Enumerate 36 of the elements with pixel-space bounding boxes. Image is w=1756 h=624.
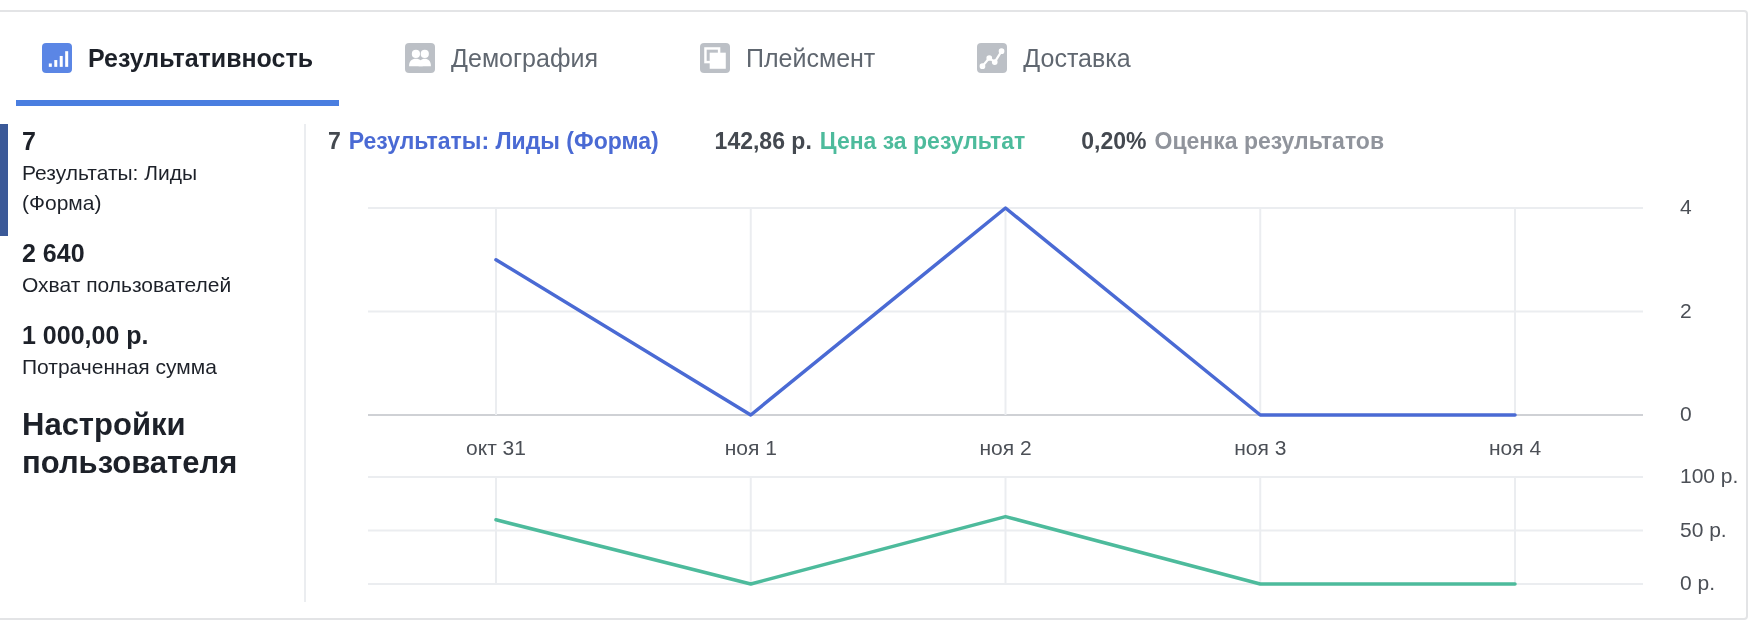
metric-label: Охват пользователей <box>22 272 233 298</box>
tab[interactable]: Результативность <box>16 12 340 104</box>
axis-tick-label: 0 р. <box>1680 571 1716 594</box>
metric-value: 1 000,00 р. <box>22 320 150 351</box>
legend-value: 7 <box>328 128 341 155</box>
legend-value: 142,86 р. <box>714 128 812 155</box>
axis-tick-label: окт 31 <box>466 436 526 459</box>
metric-value: 7 <box>22 126 37 157</box>
people-icon <box>405 43 436 73</box>
line-graph-icon <box>977 43 1008 73</box>
axis-tick-label: 0 <box>1680 402 1692 425</box>
bar-chart-icon <box>42 43 72 73</box>
settings-heading: Настройки пользователя <box>21 406 239 482</box>
axis-tick-label: 4 <box>1680 195 1692 218</box>
legend-item[interactable]: 7 Результаты: Лиды (Форма) <box>328 128 659 155</box>
axis-tick-label: ноя 3 <box>1234 436 1287 459</box>
tab[interactable]: Демография <box>379 12 624 104</box>
axis-tick-label: ноя 2 <box>979 436 1032 459</box>
metric-value: 2 640 <box>22 238 86 269</box>
legend-label[interactable]: Результаты: Лиды (Форма) <box>348 128 659 155</box>
axis-tick-label: 100 р. <box>1680 467 1739 487</box>
axis-tick-label: 50 р. <box>1680 517 1727 541</box>
legend-value: 0,20% <box>1081 128 1147 155</box>
metric-label: Потраченная сумма <box>22 354 218 380</box>
axis-tick-label: 2 <box>1680 298 1692 322</box>
metric-item[interactable]: 2 640 Охват пользователей <box>0 236 304 318</box>
squares-icon <box>700 43 730 73</box>
tab[interactable]: Плейсмент <box>674 12 902 104</box>
axis-tick-label: ноя 4 <box>1488 436 1542 459</box>
axis-tick-label: ноя 1 <box>724 436 777 459</box>
metric-item[interactable]: 7 Результаты: Лиды (Форма) <box>0 124 304 236</box>
tab[interactable]: Доставка <box>951 12 1157 104</box>
legend-item[interactable]: 142,86 р. Цена за результат <box>714 128 1026 155</box>
metric-item[interactable]: 1 000,00 р. Потраченная сумма <box>0 318 304 400</box>
metric-label: Результаты: Лиды (Форма) <box>22 160 199 216</box>
legend-item[interactable]: 0,20% Оценка результатов <box>1081 128 1385 155</box>
